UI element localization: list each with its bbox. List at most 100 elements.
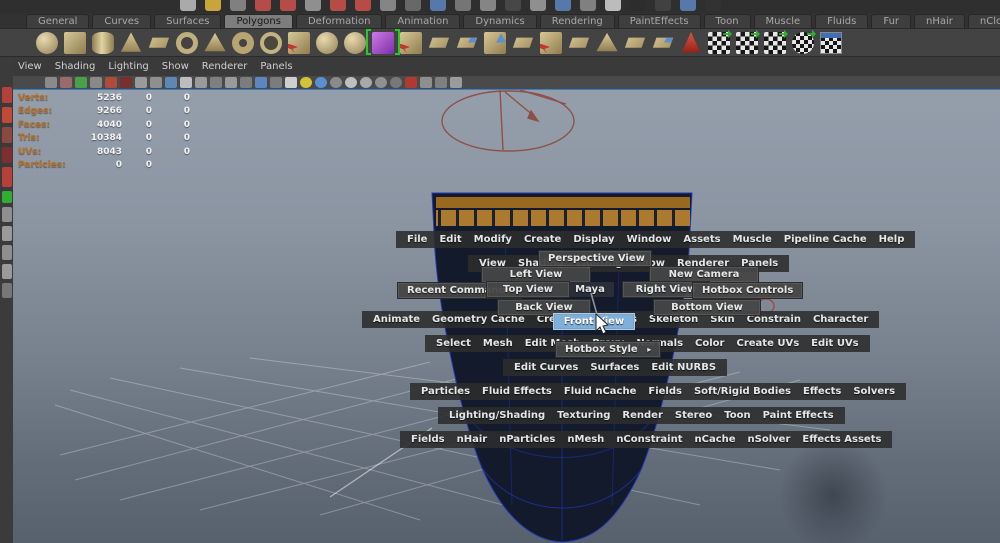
toolbox-layout-hypershade[interactable] xyxy=(2,283,12,298)
hotbox-ndyn-nmesh[interactable]: nMesh xyxy=(561,434,610,445)
statusline-ipr-icon[interactable] xyxy=(505,0,521,11)
hotbox-dyn-effects[interactable]: Effects xyxy=(797,386,847,397)
hotbox-dyn-fluid-effects[interactable]: Fluid Effects xyxy=(476,386,558,397)
shelf-cylindrical-mapping-icon[interactable] xyxy=(736,32,758,54)
statusline-snap-point-icon[interactable] xyxy=(380,0,396,11)
hotbox-main-edit[interactable]: Edit xyxy=(433,234,467,245)
hotbox-surf-edit-nurbs[interactable]: Edit NURBS xyxy=(645,362,722,373)
marking-item-top-view[interactable]: Top View xyxy=(486,281,570,298)
shelf-tab-muscle[interactable]: Muscle xyxy=(754,14,813,28)
statusline-texture-icon[interactable] xyxy=(605,0,621,11)
hotbox-rend-paint-effects[interactable]: Paint Effects xyxy=(757,410,840,421)
paneltool-xray-joints-icon[interactable] xyxy=(435,77,447,88)
hotbox-main-create[interactable]: Create xyxy=(518,234,567,245)
shelf-fill-hole-icon[interactable] xyxy=(568,32,590,54)
statusline-snap-curve-icon[interactable] xyxy=(355,0,371,11)
paneltool-film-gate-icon[interactable] xyxy=(135,77,147,88)
hotbox-ndyn-nhair[interactable]: nHair xyxy=(451,434,494,445)
shelf-tab-nhair[interactable]: nHair xyxy=(914,14,965,28)
toolbox-select-tool[interactable] xyxy=(2,87,12,103)
paneltool-shaded-icon[interactable] xyxy=(255,77,267,88)
paneltool-wireframe-icon[interactable] xyxy=(240,77,252,88)
hotbox-main-window[interactable]: Window xyxy=(621,234,678,245)
shelf-tab-animation[interactable]: Animation xyxy=(385,14,460,28)
camera-compass[interactable] xyxy=(442,90,574,151)
statusline-hypershade-icon[interactable] xyxy=(680,0,696,11)
hotbox-ndyn-fields[interactable]: Fields xyxy=(405,434,451,445)
shelf-booleans-icon[interactable] xyxy=(372,32,394,54)
statusline-undo-icon[interactable] xyxy=(255,0,271,11)
shelf-poly-cylinder-icon[interactable] xyxy=(92,32,114,54)
hotbox-surf-edit-curves[interactable]: Edit Curves xyxy=(508,362,584,373)
shelf-tab-fluids[interactable]: Fluids xyxy=(815,14,868,28)
statusline-render-icon[interactable] xyxy=(480,0,496,11)
hotbox-main-modify[interactable]: Modify xyxy=(468,234,518,245)
shelf-split-icon[interactable] xyxy=(512,32,534,54)
hotbox-main-help[interactable]: Help xyxy=(873,234,911,245)
shelf-tab-painteffects[interactable]: PaintEffects xyxy=(618,14,701,28)
paneltool-image-plane-icon[interactable] xyxy=(105,77,117,88)
hotbox-main-file[interactable]: File xyxy=(401,234,433,245)
shelf-tab-ncloth[interactable]: nCloth xyxy=(968,14,1000,28)
paneltool-safe-action-icon[interactable] xyxy=(195,77,207,88)
shelf-spherical-mapping-icon[interactable] xyxy=(764,32,786,54)
toolbox-scale-tool[interactable] xyxy=(2,191,12,203)
paneltool-safe-title-icon[interactable] xyxy=(210,77,222,88)
paneltool-field-chart-icon[interactable] xyxy=(180,77,192,88)
shelf-tab-deformation[interactable]: Deformation xyxy=(296,14,382,28)
paneltool-no-lights-icon[interactable] xyxy=(330,77,342,88)
paneltool-select-camera-icon[interactable] xyxy=(45,77,57,88)
panel-menu-view[interactable]: View xyxy=(18,61,42,72)
statusline-redo-icon[interactable] xyxy=(280,0,296,11)
marking-item-front-view-selected[interactable]: Front View xyxy=(553,313,635,330)
hotbox-poly-select[interactable]: Select xyxy=(430,338,477,349)
paneltool-all-lights-icon[interactable] xyxy=(315,77,327,88)
paneltool-aa-sphere-icon[interactable] xyxy=(375,77,387,88)
shelf-combine-icon[interactable] xyxy=(288,32,310,54)
shelf-tab-curves[interactable]: Curves xyxy=(92,14,151,28)
shelf-extrude-icon[interactable] xyxy=(400,32,422,54)
statusline-render-settings-icon[interactable] xyxy=(530,0,546,11)
shelf-poly-cone-icon[interactable] xyxy=(120,32,142,54)
shelf-tab-surfaces[interactable]: Surfaces xyxy=(154,14,221,28)
statusline-checker-b-icon[interactable] xyxy=(655,0,671,11)
shelf-bridge-icon[interactable] xyxy=(428,32,450,54)
hotbox-ndyn-ncache[interactable]: nCache xyxy=(689,434,742,445)
statusline-outliner-icon[interactable] xyxy=(705,0,721,11)
hotbox-dyn-particles[interactable]: Particles xyxy=(415,386,476,397)
shelf-tab-general[interactable]: General xyxy=(26,14,89,28)
shelf-smooth-icon[interactable] xyxy=(344,32,366,54)
paneltool-exposure-icon[interactable] xyxy=(450,77,462,88)
toolbox-layout-four[interactable] xyxy=(2,226,12,241)
shelf-quad-draw-icon[interactable] xyxy=(652,32,674,54)
shelf-automatic-mapping-icon[interactable] xyxy=(792,32,814,54)
shelf-wedge-icon[interactable] xyxy=(596,32,618,54)
toolbox-layout-persp-outliner[interactable] xyxy=(2,245,12,260)
statusline-checker-a-icon[interactable] xyxy=(630,0,646,11)
hotbox-rend-texturing[interactable]: Texturing xyxy=(551,410,616,421)
paneltool-textured-icon[interactable] xyxy=(270,77,282,88)
shelf-poly-cube-icon[interactable] xyxy=(64,32,86,54)
marking-item-hotbox-controls[interactable]: Hotbox Controls xyxy=(692,282,803,299)
hotbox-poly-edit-uvs[interactable]: Edit UVs xyxy=(805,338,865,349)
shelf-poly-platonic-icon[interactable] xyxy=(260,32,282,54)
panel-menu-renderer[interactable]: Renderer xyxy=(202,61,248,72)
statusline-file-save-icon[interactable] xyxy=(230,0,246,11)
paneltool-xray-icon[interactable] xyxy=(420,77,432,88)
panel-menu-shading[interactable]: Shading xyxy=(55,61,96,72)
statusline-snap-view-icon[interactable] xyxy=(405,0,421,11)
paneltool-lock-camera-icon[interactable] xyxy=(60,77,72,88)
paneltool-camera-attributes-icon[interactable] xyxy=(75,77,87,88)
hotbox-dyn-fluid-ncache[interactable]: Fluid nCache xyxy=(558,386,642,397)
shelf-poly-plane-icon[interactable] xyxy=(148,32,170,54)
shelf-tab-polygons[interactable]: Polygons xyxy=(224,14,293,28)
shelf-tab-fur[interactable]: Fur xyxy=(871,14,911,28)
hotbox-dyn-fields[interactable]: Fields xyxy=(642,386,688,397)
toolbox-lasso-tool[interactable] xyxy=(2,107,12,123)
toolbox-paint-select-tool[interactable] xyxy=(2,127,12,143)
statusline-snap-grid-icon[interactable] xyxy=(330,0,346,11)
paneltool-default-lighting-icon[interactable] xyxy=(300,77,312,88)
paneltool-two-panes-icon[interactable] xyxy=(120,77,132,88)
hotbox-main-muscle[interactable]: Muscle xyxy=(727,234,778,245)
panel-menu-panels[interactable]: Panels xyxy=(260,61,292,72)
